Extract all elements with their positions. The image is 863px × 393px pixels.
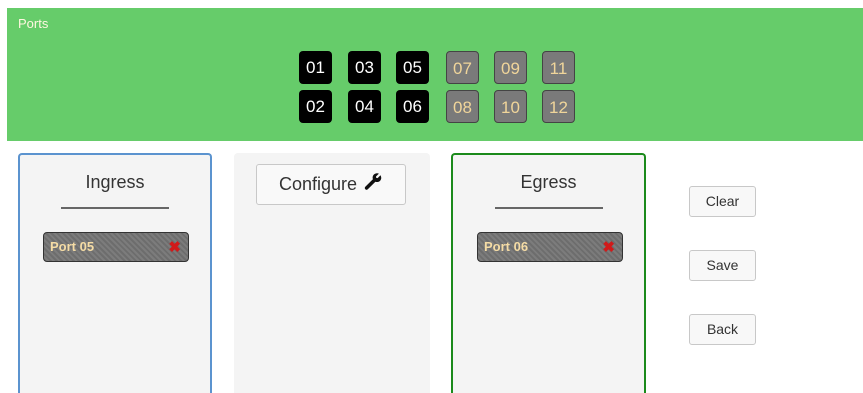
egress-panel[interactable]: Egress Port 06 ✖ bbox=[451, 153, 646, 393]
port-button-10[interactable]: 10 bbox=[494, 90, 527, 123]
configure-label: Configure bbox=[278, 174, 358, 194]
port-button-08[interactable]: 08 bbox=[446, 90, 479, 123]
port-button-04[interactable]: 04 bbox=[348, 90, 381, 123]
ingress-port-chip[interactable]: Port 05 ✖ bbox=[43, 232, 189, 262]
port-button-12[interactable]: 12 bbox=[542, 90, 575, 123]
save-button[interactable]: Save bbox=[689, 250, 756, 281]
ports-panel: Ports 01 03 05 07 09 11 02 04 06 08 10 1… bbox=[7, 8, 863, 141]
egress-divider bbox=[495, 207, 603, 209]
port-button-02[interactable]: 02 bbox=[299, 90, 332, 123]
wrench-icon bbox=[363, 172, 383, 197]
ingress-chip-label: Port 05 bbox=[50, 239, 95, 254]
egress-port-chip[interactable]: Port 06 ✖ bbox=[477, 232, 623, 262]
port-button-11[interactable]: 11 bbox=[542, 51, 575, 84]
port-button-03[interactable]: 03 bbox=[348, 51, 381, 84]
ports-title: Ports bbox=[18, 16, 49, 31]
port-button-07[interactable]: 07 bbox=[446, 51, 479, 84]
egress-title: Egress bbox=[520, 172, 577, 192]
back-button[interactable]: Back bbox=[689, 314, 756, 345]
port-button-09[interactable]: 09 bbox=[494, 51, 527, 84]
close-x-icon[interactable]: ✖ bbox=[168, 238, 181, 256]
close-x-icon[interactable]: ✖ bbox=[602, 238, 615, 256]
egress-chip-label: Port 06 bbox=[484, 239, 529, 254]
clear-button[interactable]: Clear bbox=[689, 186, 756, 217]
ingress-divider bbox=[61, 207, 169, 209]
ingress-title: Ingress bbox=[85, 172, 145, 192]
port-button-01[interactable]: 01 bbox=[299, 51, 332, 84]
ingress-panel[interactable]: Ingress Port 05 ✖ bbox=[18, 153, 212, 393]
port-button-06[interactable]: 06 bbox=[396, 90, 429, 123]
port-button-05[interactable]: 05 bbox=[396, 51, 429, 84]
configure-panel: Configure bbox=[234, 153, 430, 393]
configure-button[interactable]: Configure bbox=[256, 164, 406, 205]
